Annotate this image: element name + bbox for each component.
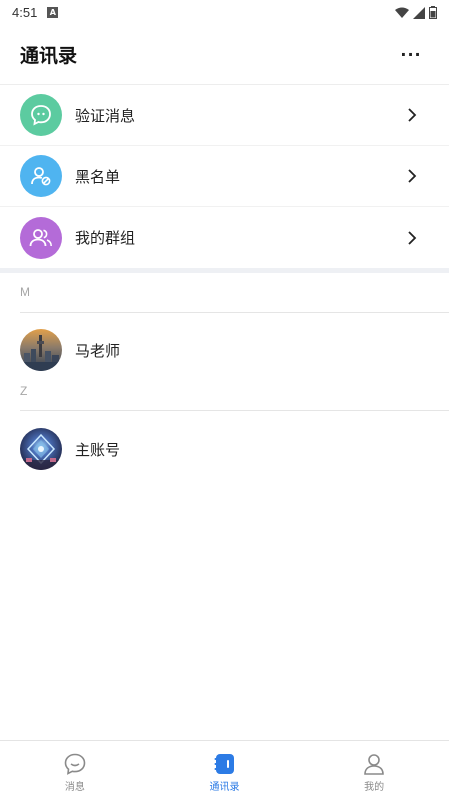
- chevron-right-icon: [408, 108, 417, 122]
- header: 通讯录 ···: [0, 25, 449, 85]
- status-time: 4:51: [12, 5, 38, 20]
- group-divider: [20, 312, 449, 313]
- nav-messages[interactable]: 消息: [0, 741, 150, 800]
- wifi-icon: [395, 7, 409, 18]
- nav-messages-label: 消息: [64, 782, 85, 793]
- verify-messages-item[interactable]: 验证消息: [0, 85, 449, 146]
- page-title: 通讯录: [20, 45, 78, 67]
- group-letter-m: M: [20, 285, 30, 299]
- avatar: [20, 428, 62, 470]
- contact-row[interactable]: 马老师: [0, 320, 449, 380]
- message-icon: [64, 753, 86, 775]
- group-divider: [20, 410, 449, 411]
- more-icon: ···: [400, 45, 422, 64]
- battery-icon: [429, 6, 437, 19]
- blacklist-item[interactable]: 黑名单: [0, 146, 449, 207]
- status-icons: [395, 6, 437, 19]
- status-bar: 4:51 A: [0, 0, 449, 25]
- my-groups-label: 我的群组: [75, 229, 136, 247]
- nav-contacts-label: 通讯录: [209, 782, 240, 793]
- nav-profile[interactable]: 我的: [299, 741, 449, 800]
- function-list: 验证消息 黑名单 我的群组: [0, 85, 449, 268]
- contacts-icon: [214, 754, 234, 774]
- chat-bubble-icon: [20, 94, 62, 136]
- contact-row[interactable]: 主账号: [0, 419, 449, 479]
- chevron-right-icon: [408, 169, 417, 183]
- nav-profile-label: 我的: [364, 782, 385, 793]
- contact-name: 马老师: [75, 341, 121, 360]
- user-blocked-icon: [20, 155, 62, 197]
- notification-badge-icon: A: [47, 7, 59, 18]
- group-icon: [20, 216, 62, 259]
- chevron-right-icon: [408, 230, 417, 245]
- section-gap: [0, 268, 449, 273]
- bottom-nav: 消息 通讯录 我的: [0, 740, 449, 800]
- blacklist-label: 黑名单: [75, 167, 121, 186]
- my-groups-item[interactable]: 我的群组: [0, 207, 449, 268]
- profile-icon: [364, 754, 384, 775]
- verify-messages-label: 验证消息: [75, 106, 136, 125]
- avatar: [20, 329, 62, 371]
- nav-contacts[interactable]: 通讯录: [150, 741, 300, 800]
- group-letter-z: Z: [20, 384, 28, 398]
- signal-icon: [413, 6, 425, 19]
- contact-name: 主账号: [75, 440, 121, 459]
- more-button[interactable]: ···: [393, 37, 429, 73]
